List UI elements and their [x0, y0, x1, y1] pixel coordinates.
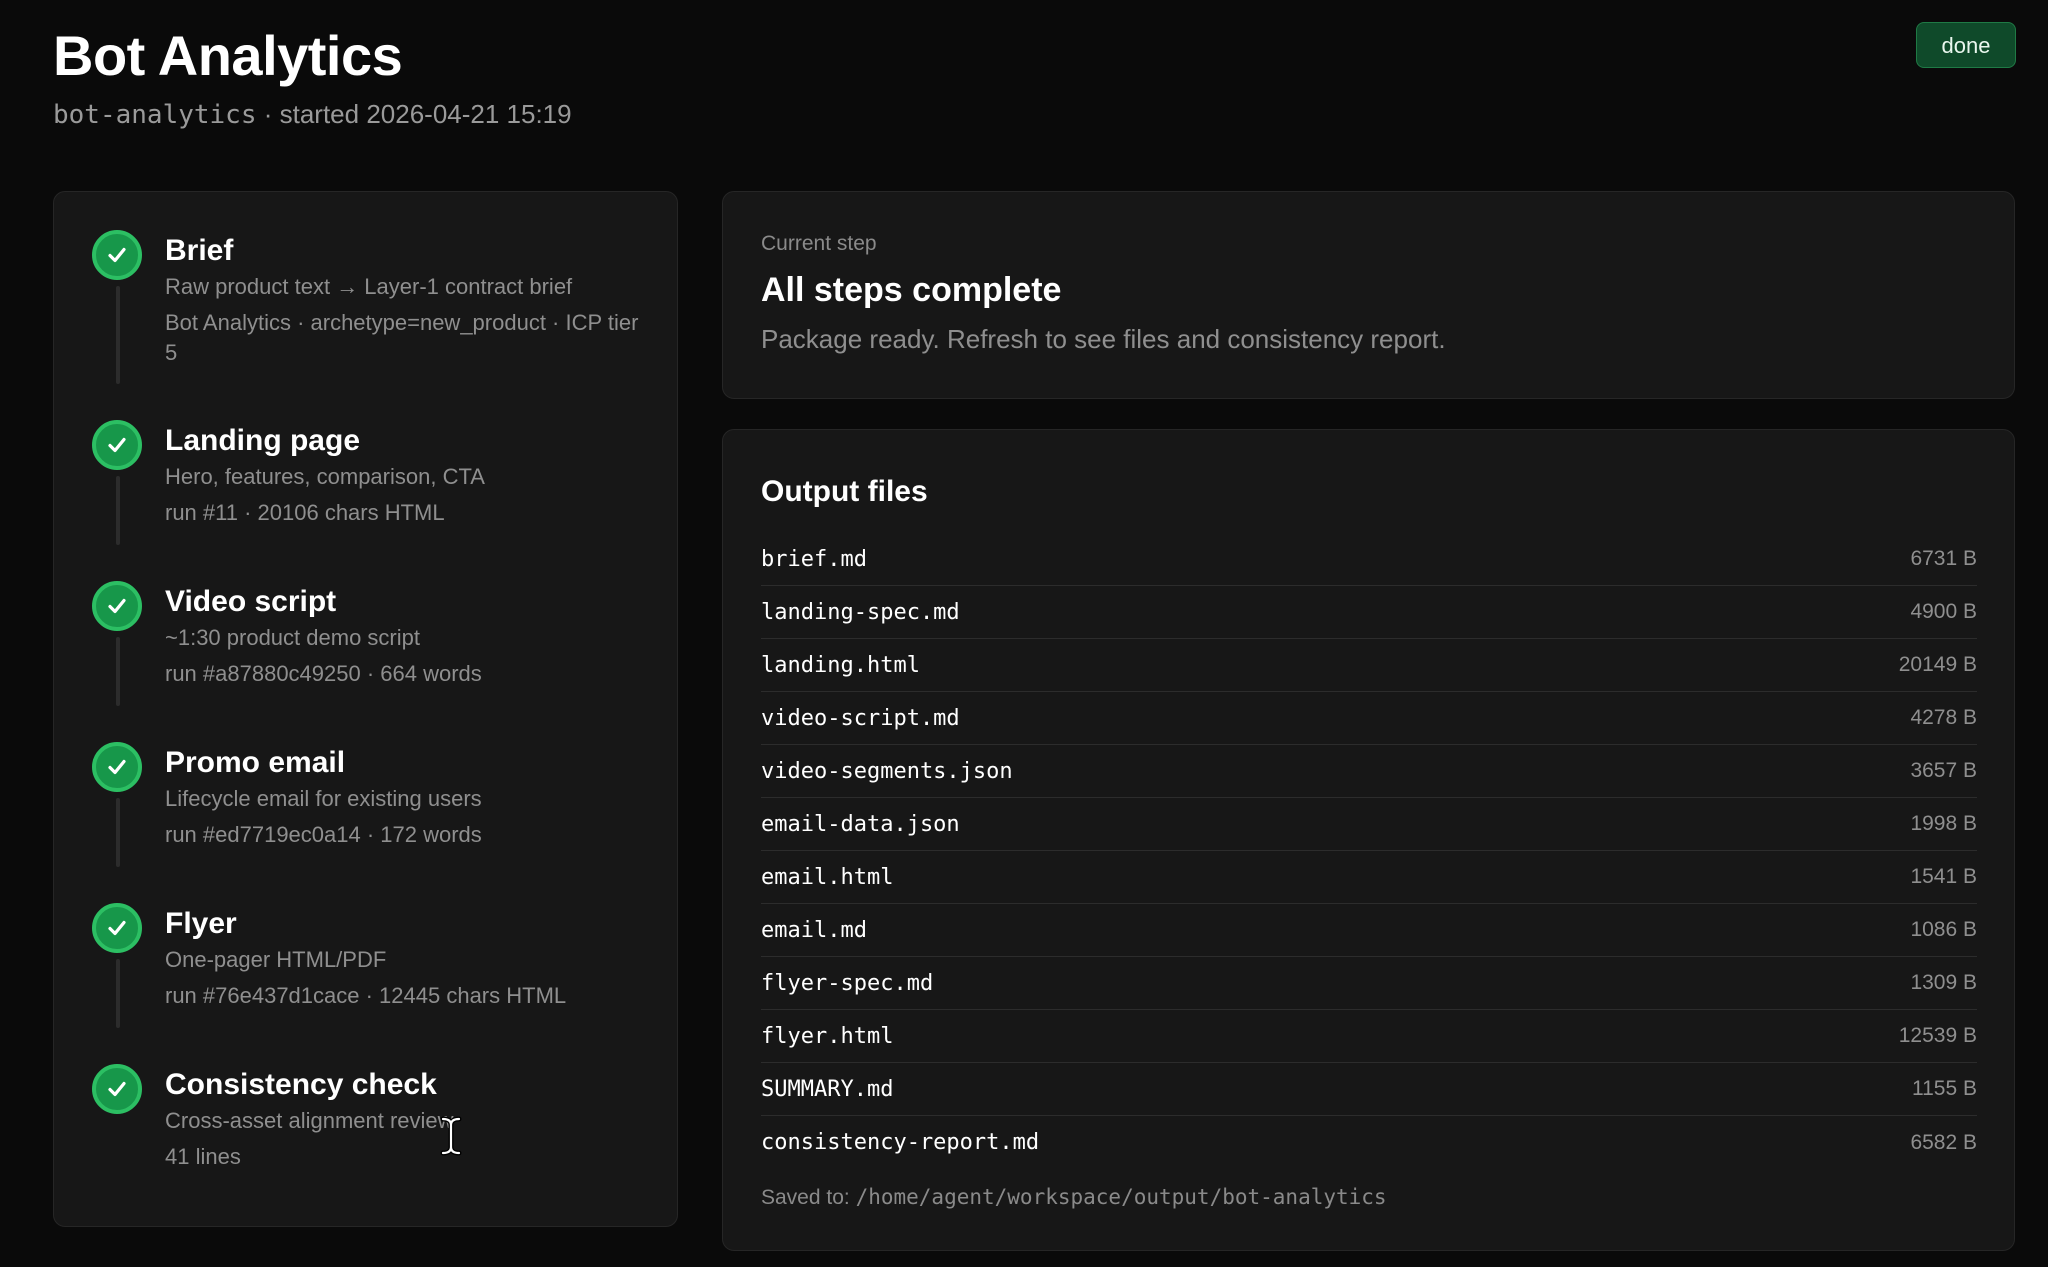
page-subtitle: bot-analytics · started 2026-04-21 15:19 [53, 96, 572, 133]
step-complete-icon [92, 742, 142, 792]
file-row[interactable]: landing-spec.md 4900 B [761, 586, 1977, 639]
file-row[interactable]: flyer.html 12539 B [761, 1010, 1977, 1063]
project-slug: bot-analytics [53, 100, 257, 130]
check-icon [108, 598, 126, 614]
file-row[interactable]: email.html 1541 B [761, 851, 1977, 904]
file-name[interactable]: video-script.md [761, 706, 960, 731]
steps-panel: Brief Raw product text → Layer-1 contract… [53, 191, 678, 1227]
page-title: Bot Analytics [53, 24, 403, 87]
step-complete-icon [92, 903, 142, 953]
current-step-label: Current step [761, 232, 877, 255]
file-name[interactable]: email-data.json [761, 812, 960, 837]
file-size: 6582 B [1910, 1130, 1977, 1154]
check-icon [108, 247, 126, 263]
file-row[interactable]: consistency-report.md 6582 B [761, 1116, 1977, 1169]
file-name[interactable]: SUMMARY.md [761, 1077, 893, 1102]
status-badge: done [1916, 22, 2016, 68]
step-detail: run #11 · 20106 chars HTML [165, 500, 445, 525]
file-name[interactable]: flyer.html [761, 1024, 893, 1049]
output-files-panel: Output files brief.md 6731 B landing-spec.… [722, 429, 2015, 1251]
file-row[interactable]: brief.md 6731 B [761, 533, 1977, 586]
file-size: 20149 B [1898, 653, 1977, 676]
step-title: Consistency check [165, 1068, 437, 1101]
output-files-title: Output files [761, 475, 928, 508]
step-description: ~1:30 product demo script [165, 625, 420, 650]
file-row[interactable]: flyer-spec.md 1309 B [761, 957, 1977, 1010]
file-name[interactable]: landing-spec.md [761, 600, 960, 625]
file-size: 4900 B [1910, 600, 1977, 623]
step-title: Landing page [165, 424, 360, 457]
check-icon [108, 759, 126, 775]
step-description: Hero, features, comparison, CTA [165, 464, 485, 489]
step-complete-icon [92, 420, 142, 470]
file-name[interactable]: email.md [761, 918, 867, 943]
step-connector [116, 637, 120, 706]
step-title: Brief [165, 234, 234, 267]
step-detail: 41 lines [165, 1144, 241, 1169]
file-size: 1309 B [1910, 971, 1977, 994]
step-complete-icon [92, 1064, 142, 1114]
file-row[interactable]: video-script.md 4278 B [761, 692, 1977, 745]
step-complete-icon [92, 230, 142, 280]
saved-to: Saved to: /home/agent/workspace/output/b… [761, 1182, 1387, 1213]
file-name[interactable]: flyer-spec.md [761, 971, 933, 996]
step-connector [116, 959, 120, 1028]
current-step-panel: Current step All steps complete Package … [722, 191, 2015, 399]
file-row[interactable]: landing.html 20149 B [761, 639, 1977, 692]
current-step-title: All steps complete [761, 271, 1062, 309]
saved-path: /home/agent/workspace/output/bot-analyti… [855, 1185, 1387, 1209]
step-detail: Bot Analytics · archetype=new_product · … [165, 310, 639, 365]
file-row[interactable]: email-data.json 1998 B [761, 798, 1977, 851]
step-connector [116, 798, 120, 867]
file-name[interactable]: brief.md [761, 547, 867, 572]
file-name[interactable]: consistency-report.md [761, 1130, 1039, 1155]
check-icon [108, 1081, 126, 1097]
saved-to-label: Saved to: [761, 1186, 856, 1209]
step-description: Cross-asset alignment review [165, 1108, 454, 1133]
file-size: 3657 B [1910, 759, 1977, 782]
current-step-description: Package ready. Refresh to see files and … [761, 324, 1446, 354]
file-size: 1541 B [1910, 865, 1977, 888]
file-name[interactable]: email.html [761, 865, 893, 890]
step-title: Video script [165, 585, 337, 618]
step-detail: run #76e437d1cace · 12445 chars HTML [165, 983, 567, 1008]
file-row[interactable]: video-segments.json 3657 B [761, 745, 1977, 798]
check-icon [108, 437, 126, 453]
file-name[interactable]: landing.html [761, 653, 920, 678]
page: Bot Analytics bot-analytics · started 20… [0, 0, 2048, 1267]
step-title: Promo email [165, 746, 346, 779]
step-detail: run #a87880c49250 · 664 words [165, 661, 482, 686]
step-title: Flyer [165, 907, 237, 940]
step-description: Lifecycle email for existing users [165, 786, 482, 811]
step-description: Raw product text → Layer-1 contract brie… [165, 274, 573, 299]
file-size: 4278 B [1910, 706, 1977, 729]
started-time: · started 2026-04-21 15:19 [256, 99, 572, 129]
file-size: 1998 B [1910, 812, 1977, 835]
file-row[interactable]: email.md 1086 B [761, 904, 1977, 957]
file-size: 1086 B [1910, 918, 1977, 941]
file-row[interactable]: SUMMARY.md 1155 B [761, 1063, 1977, 1116]
file-name[interactable]: video-segments.json [761, 759, 1013, 784]
step-description: One-pager HTML/PDF [165, 947, 387, 972]
file-size: 1155 B [1912, 1077, 1977, 1100]
step-connector [116, 476, 120, 545]
file-list: brief.md 6731 Blanding-spec.md 4900 Blandi… [761, 533, 1977, 1169]
step-complete-icon [92, 581, 142, 631]
step-detail: run #ed7719ec0a14 · 172 words [165, 822, 482, 847]
file-size: 6731 B [1910, 547, 1977, 570]
text-cursor-icon [440, 1116, 462, 1156]
file-size: 12539 B [1898, 1024, 1977, 1047]
check-icon [108, 920, 126, 936]
step-connector [116, 286, 120, 384]
